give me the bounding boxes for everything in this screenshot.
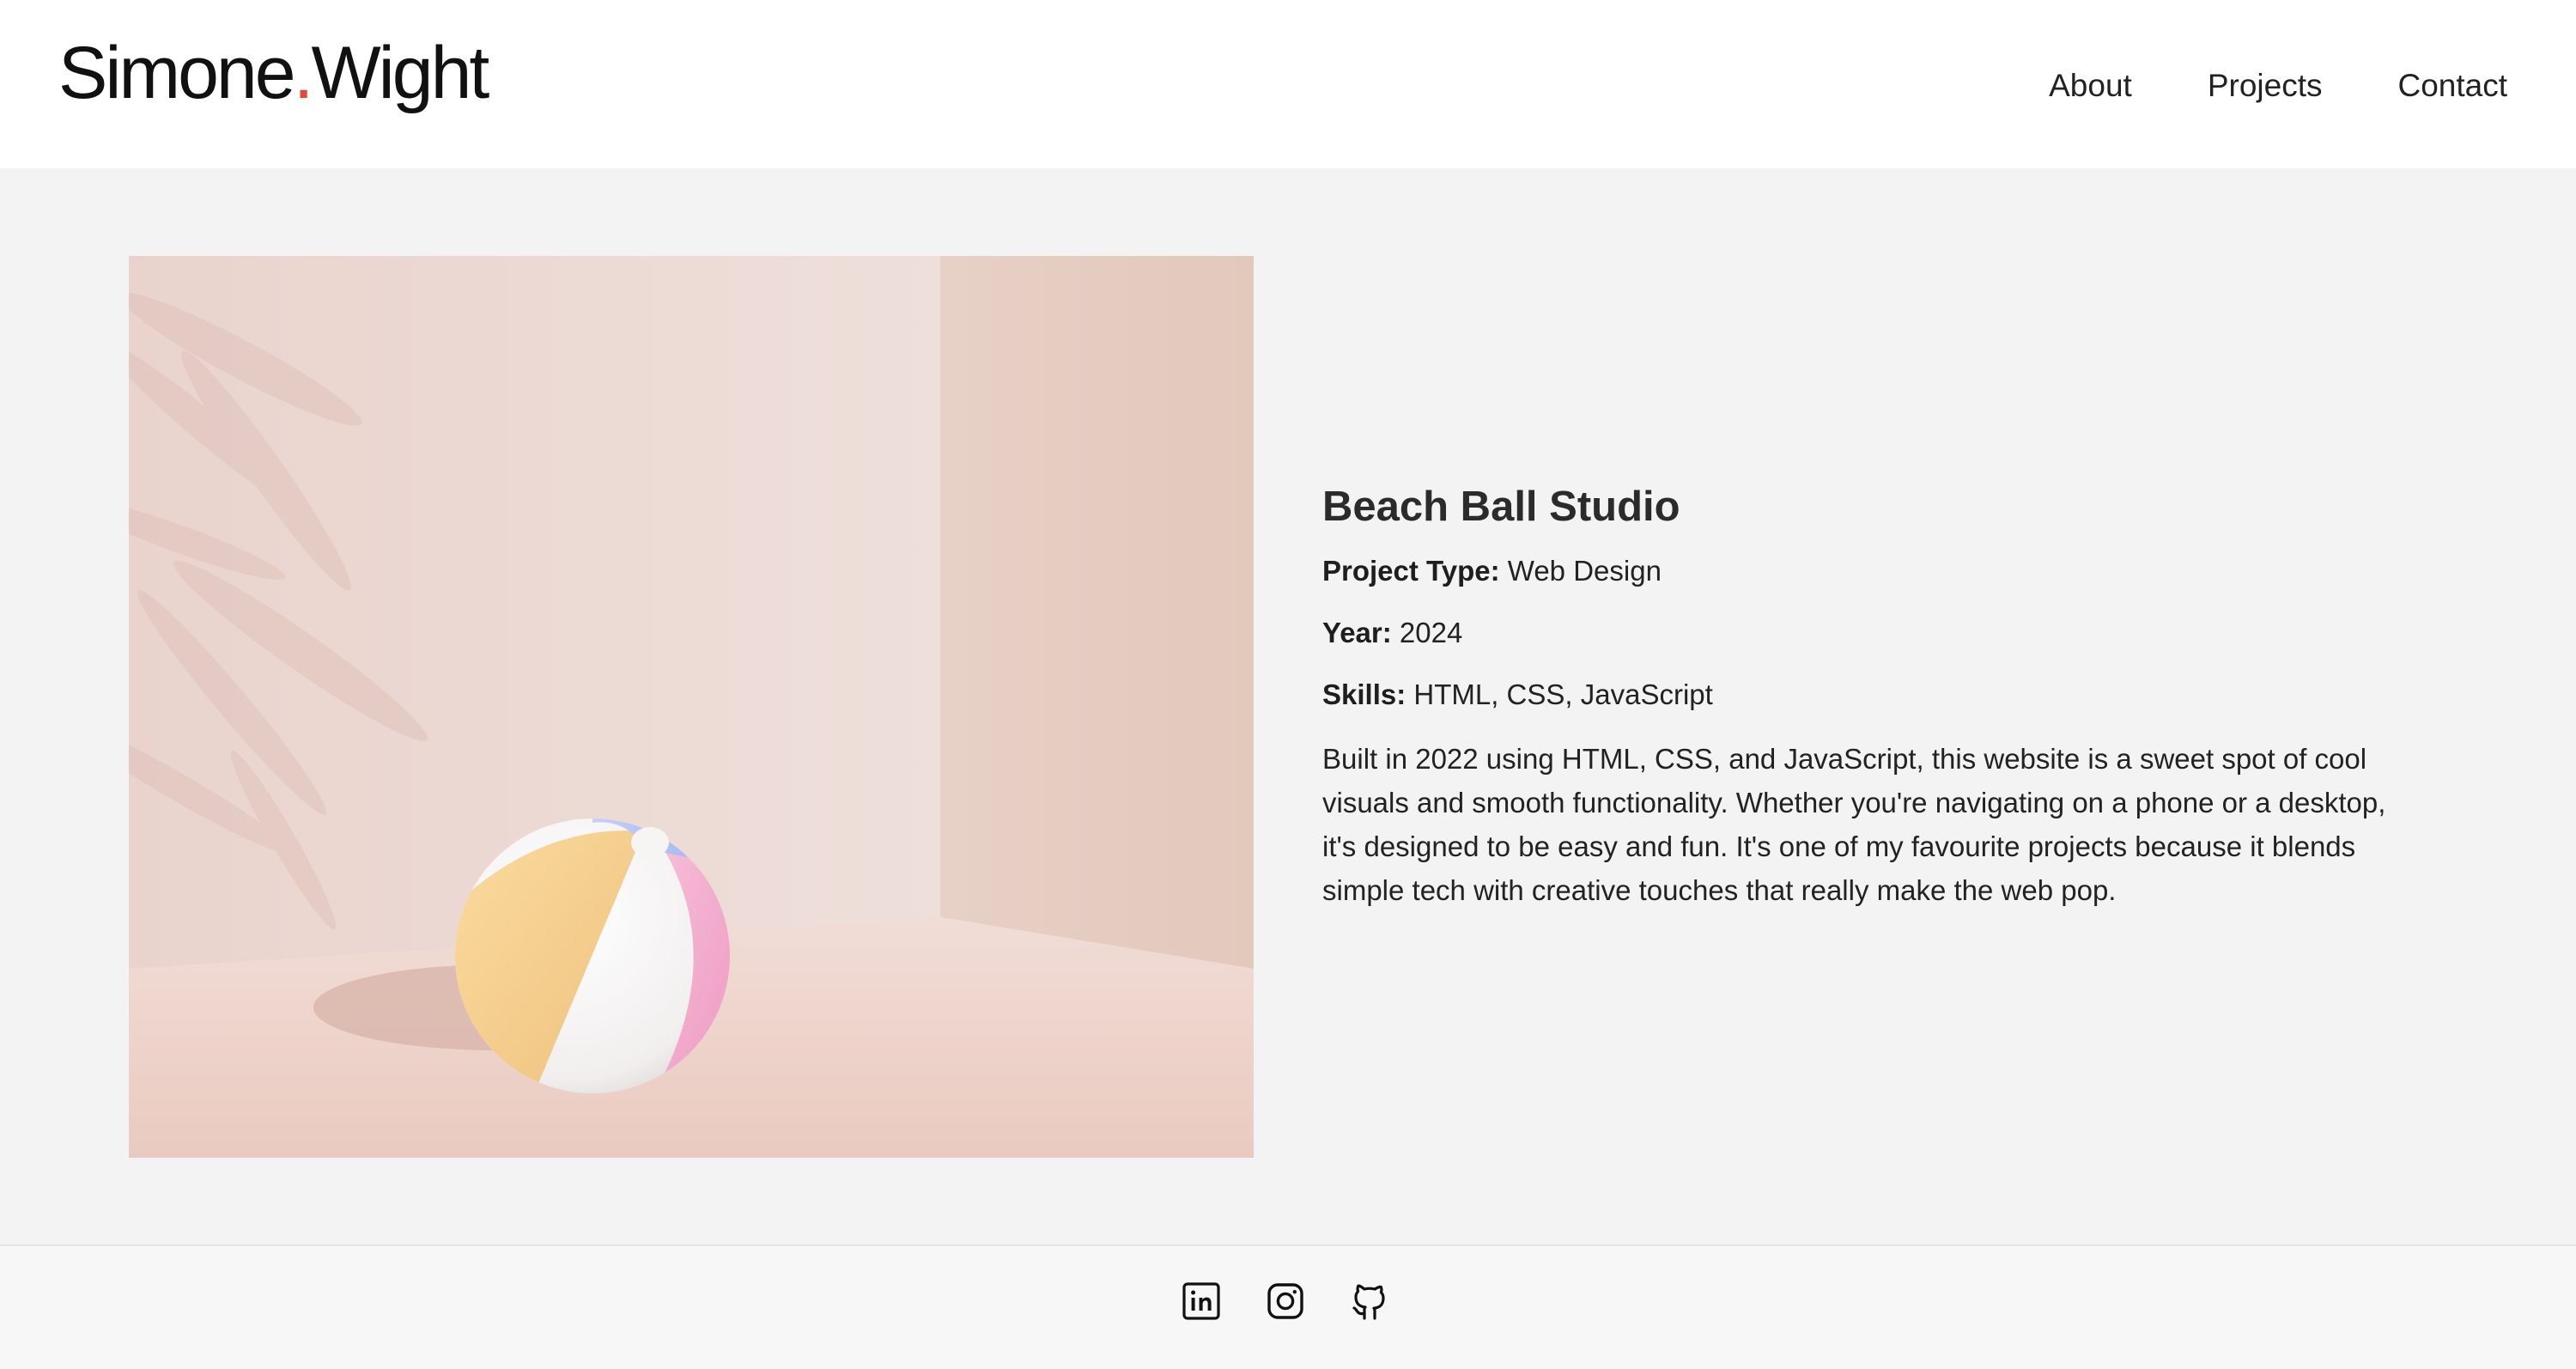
instagram-icon[interactable]	[1265, 1281, 1306, 1322]
site-logo[interactable]: Simone.Wight	[58, 26, 490, 120]
project-type-value: Web Design	[1507, 555, 1662, 587]
project-skills-value: HTML, CSS, JavaScript	[1413, 678, 1713, 710]
nav-contact[interactable]: Contact	[2397, 64, 2507, 108]
site-footer	[0, 1244, 2576, 1369]
github-icon[interactable]	[1349, 1281, 1390, 1322]
project-year-label: Year:	[1322, 617, 1392, 648]
main-nav: About Projects Contact	[2049, 64, 2507, 108]
project-type-label: Project Type:	[1322, 555, 1500, 587]
logo-dot: .	[293, 32, 314, 114]
linkedin-icon[interactable]	[1181, 1281, 1222, 1322]
project-skills-label: Skills:	[1322, 678, 1406, 710]
project-type: Project Type: Web Design	[1322, 551, 2421, 591]
nav-projects[interactable]: Projects	[2208, 64, 2323, 108]
project-title: Beach Ball Studio	[1322, 484, 1680, 530]
site-header: Simone.Wight About Projects Contact	[0, 0, 2576, 168]
logo-first: Simone	[58, 32, 296, 114]
project-description: Built in 2022 using HTML, CSS, and JavaS…	[1322, 743, 2386, 906]
project-year: Year: 2024	[1322, 613, 2421, 653]
social-links	[1181, 1281, 1390, 1322]
project-year-value: 2024	[1399, 617, 1463, 648]
project-skills: Skills: HTML, CSS, JavaScript	[1322, 675, 2421, 715]
project-hero-image	[129, 256, 1254, 1158]
logo-last: Wight	[311, 32, 490, 114]
nav-about[interactable]: About	[2049, 64, 2132, 108]
project-info: Beach Ball Studio Project Type: Web Desi…	[1322, 481, 2421, 912]
